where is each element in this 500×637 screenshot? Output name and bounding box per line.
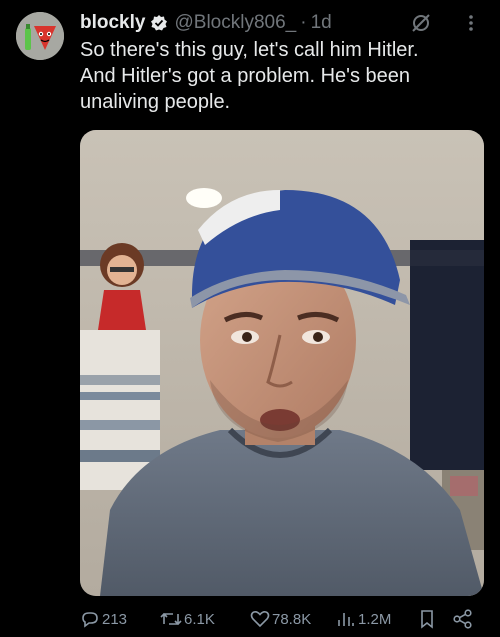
author-name[interactable]: blockly <box>80 12 145 34</box>
reply-button[interactable]: 213 <box>80 606 127 632</box>
retweet-count: 6.1K <box>184 610 215 628</box>
view-count: 1.2M <box>358 610 392 628</box>
views-icon <box>338 613 354 626</box>
more-icon[interactable] <box>464 12 478 34</box>
like-icon <box>250 611 270 628</box>
tweet-header: blockly @Blockly806_ · 1d <box>80 10 486 36</box>
reply-count: 213 <box>102 610 128 628</box>
retweet-button[interactable]: 6.1K <box>160 606 215 632</box>
tweet-text-line: So there's this guy, let's call him Hitl… <box>80 39 419 61</box>
retweet-icon <box>160 612 182 626</box>
verified-badge-icon[interactable] <box>150 14 168 32</box>
bookmark-button[interactable] <box>418 606 438 632</box>
bookmark-icon <box>421 610 433 629</box>
share-icon <box>453 609 472 629</box>
views-button[interactable]: 1.2M <box>336 606 391 632</box>
tweet-text-line: unaliving people. <box>80 91 231 113</box>
tweet-text: So there's this guy, let's call him Hitl… <box>80 37 490 115</box>
tweet-text-line: And Hitler's got a problem. He's been <box>80 65 411 87</box>
tweet-timestamp[interactable]: 1d <box>311 12 332 34</box>
like-count: 78.8K <box>272 610 312 628</box>
separator-dot: · <box>300 12 307 33</box>
share-button[interactable] <box>452 606 476 632</box>
tweet-actions: 213 6.1K 78.8K 1.2M <box>80 606 484 632</box>
grok-icon[interactable] <box>410 12 432 34</box>
like-button[interactable]: 78.8K <box>250 606 311 632</box>
author-handle[interactable]: @Blockly806_ <box>174 12 296 34</box>
tweet-video[interactable] <box>80 130 484 596</box>
avatar[interactable] <box>16 12 64 60</box>
reply-icon <box>82 612 98 628</box>
